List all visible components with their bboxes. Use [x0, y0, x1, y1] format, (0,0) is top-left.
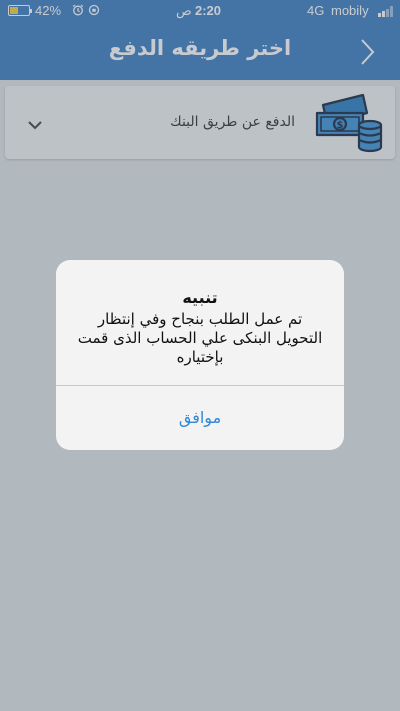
alert-title: تنبيه: [182, 288, 218, 307]
alert-message: تم عمل الطلب بنجاح وفي إنتظار التحويل ال…: [77, 310, 323, 366]
alert-dialog: تنبيه تم عمل الطلب بنجاح وفي إنتظار التح…: [56, 260, 344, 450]
ok-button[interactable]: موافق: [56, 386, 344, 450]
